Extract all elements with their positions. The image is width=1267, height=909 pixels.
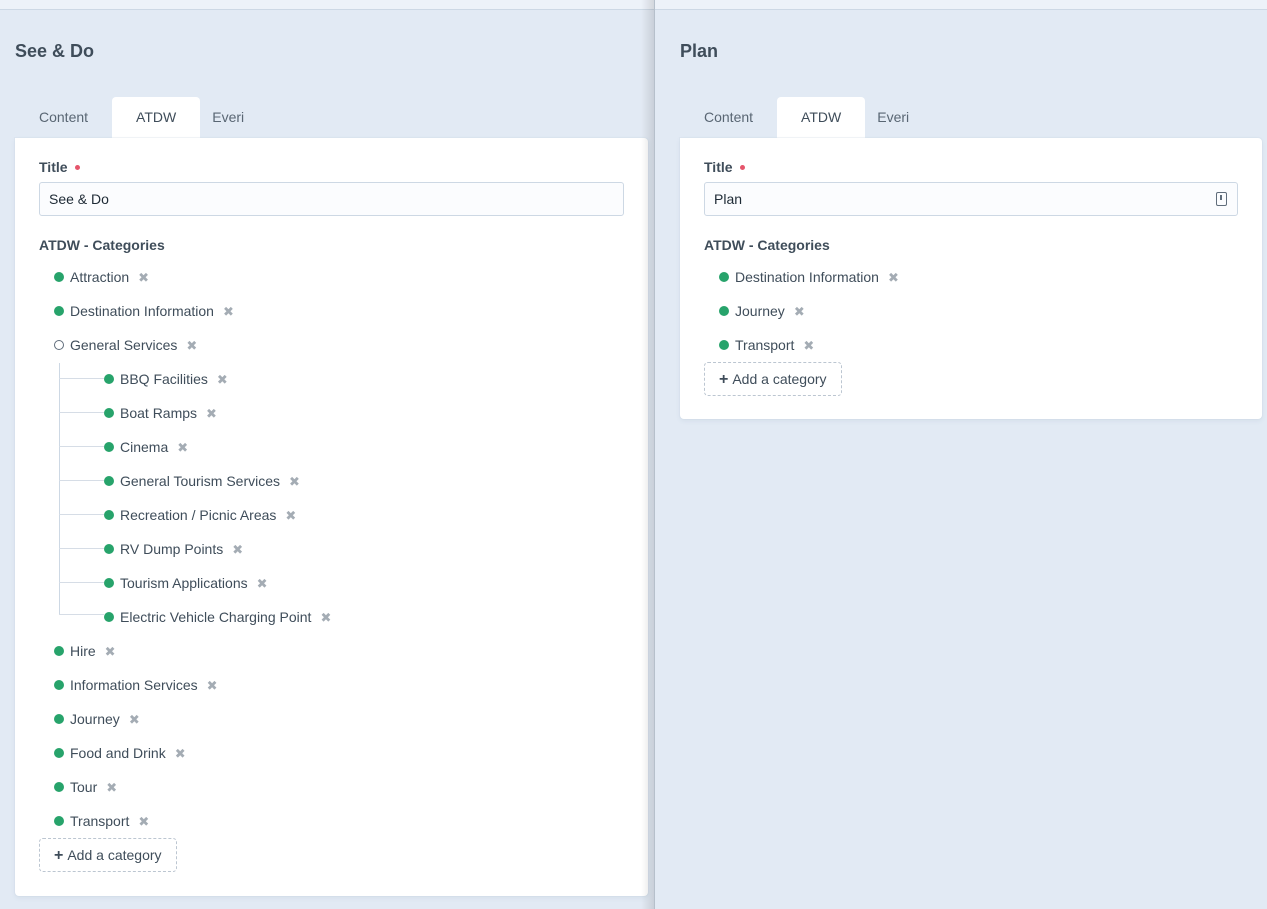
selected-dot-icon bbox=[104, 544, 114, 554]
remove-icon[interactable]: ✖ bbox=[186, 339, 197, 352]
category-item: Destination Information ✖ bbox=[719, 267, 899, 287]
categories-label: ATDW - Categories bbox=[39, 237, 165, 253]
remove-icon[interactable]: ✖ bbox=[138, 271, 149, 284]
category-item: Tourism Applications ✖ bbox=[104, 573, 268, 593]
pane-shadow bbox=[641, 0, 655, 909]
edit-card: Title See & Do ATDW - Categories Attract… bbox=[15, 138, 648, 896]
category-item: Attraction ✖ bbox=[54, 267, 149, 287]
selected-dot-icon bbox=[104, 442, 114, 452]
title-input[interactable]: See & Do bbox=[39, 182, 624, 216]
selected-dot-icon bbox=[104, 578, 114, 588]
plus-icon: + bbox=[719, 371, 729, 388]
title-field-label: Title bbox=[39, 159, 80, 175]
category-item: Hire ✖ bbox=[54, 641, 116, 661]
category-item: General Tourism Services ✖ bbox=[104, 471, 300, 491]
selected-dot-icon bbox=[104, 408, 114, 418]
selected-dot-icon bbox=[54, 714, 64, 724]
selected-dot-icon bbox=[104, 612, 114, 622]
category-item: BBQ Facilities ✖ bbox=[104, 369, 228, 389]
category-item: Information Services ✖ bbox=[54, 675, 218, 695]
tree-branch bbox=[59, 514, 104, 515]
tab-atdw[interactable]: ATDW bbox=[777, 97, 866, 138]
remove-icon[interactable]: ✖ bbox=[217, 373, 228, 386]
remove-icon[interactable]: ✖ bbox=[320, 611, 331, 624]
remove-icon[interactable]: ✖ bbox=[177, 441, 188, 454]
required-indicator bbox=[74, 164, 80, 170]
selected-dot-icon bbox=[54, 680, 64, 690]
remove-icon[interactable]: ✖ bbox=[257, 577, 268, 590]
remove-icon[interactable]: ✖ bbox=[285, 509, 296, 522]
selected-dot-icon bbox=[719, 306, 729, 316]
plus-icon: + bbox=[54, 847, 64, 864]
tree-branch bbox=[59, 412, 104, 413]
selected-dot-icon bbox=[54, 306, 64, 316]
categories-label: ATDW - Categories bbox=[704, 237, 830, 253]
left-pane: See & Do Content ATDW Everi Title See & … bbox=[0, 0, 655, 909]
add-category-button[interactable]: + Add a category bbox=[704, 362, 842, 396]
tab-atdw[interactable]: ATDW bbox=[112, 97, 201, 138]
tree-branch bbox=[59, 446, 104, 447]
selected-dot-icon bbox=[54, 782, 64, 792]
page-title: Plan bbox=[680, 41, 719, 61]
remove-icon[interactable]: ✖ bbox=[223, 305, 234, 318]
selected-dot-icon bbox=[719, 340, 729, 350]
remove-icon[interactable]: ✖ bbox=[106, 781, 117, 794]
remove-icon[interactable]: ✖ bbox=[129, 713, 140, 726]
remove-icon[interactable]: ✖ bbox=[105, 645, 116, 658]
remove-icon[interactable]: ✖ bbox=[289, 475, 300, 488]
category-item: Recreation / Picnic Areas ✖ bbox=[104, 505, 296, 525]
right-pane: Plan Content ATDW Everi Title Plan ATDW … bbox=[655, 0, 1267, 909]
selected-dot-icon bbox=[104, 374, 114, 384]
selected-dot-icon bbox=[54, 816, 64, 826]
remove-icon[interactable]: ✖ bbox=[207, 679, 218, 692]
category-item: Food and Drink ✖ bbox=[54, 743, 186, 763]
selected-dot-icon bbox=[54, 748, 64, 758]
remove-icon[interactable]: ✖ bbox=[138, 815, 149, 828]
title-field-label: Title bbox=[704, 159, 745, 175]
category-item: Journey ✖ bbox=[54, 709, 140, 729]
tree-branch bbox=[59, 378, 104, 379]
partial-dot-icon bbox=[54, 340, 64, 350]
category-item: Cinema ✖ bbox=[104, 437, 188, 457]
remove-icon[interactable]: ✖ bbox=[803, 339, 814, 352]
tab-everi[interactable]: Everi bbox=[200, 97, 268, 138]
category-item: Transport ✖ bbox=[54, 811, 149, 831]
remove-icon[interactable]: ✖ bbox=[175, 747, 186, 760]
tab-content[interactable]: Content bbox=[680, 97, 777, 138]
category-item: General Services ✖ bbox=[54, 335, 197, 355]
required-indicator bbox=[739, 164, 745, 170]
category-item: RV Dump Points ✖ bbox=[104, 539, 243, 559]
selected-dot-icon bbox=[104, 476, 114, 486]
tree-branch bbox=[59, 480, 104, 481]
selected-dot-icon bbox=[54, 646, 64, 656]
tab-bar: Content ATDW Everi bbox=[15, 97, 268, 138]
document-icon[interactable] bbox=[1216, 192, 1227, 206]
tab-everi[interactable]: Everi bbox=[865, 97, 933, 138]
selected-dot-icon bbox=[719, 272, 729, 282]
category-item: Journey ✖ bbox=[719, 301, 805, 321]
tree-branch bbox=[59, 548, 104, 549]
remove-icon[interactable]: ✖ bbox=[206, 407, 217, 420]
tree-branch bbox=[59, 614, 104, 615]
remove-icon[interactable]: ✖ bbox=[232, 543, 243, 556]
tab-content[interactable]: Content bbox=[15, 97, 112, 138]
remove-icon[interactable]: ✖ bbox=[888, 271, 899, 284]
add-category-button[interactable]: + Add a category bbox=[39, 838, 177, 872]
top-bar bbox=[0, 0, 655, 10]
category-item: Boat Ramps ✖ bbox=[104, 403, 217, 423]
tree-line bbox=[59, 363, 60, 614]
page-title: See & Do bbox=[15, 41, 95, 61]
category-item: Destination Information ✖ bbox=[54, 301, 234, 321]
top-bar bbox=[655, 0, 1267, 10]
edit-card: Title Plan ATDW - Categories Destination… bbox=[680, 138, 1262, 419]
category-item: Tour ✖ bbox=[54, 777, 117, 797]
selected-dot-icon bbox=[54, 272, 64, 282]
tab-bar: Content ATDW Everi bbox=[680, 97, 933, 138]
selected-dot-icon bbox=[104, 510, 114, 520]
category-item: Transport ✖ bbox=[719, 335, 814, 355]
category-item: Electric Vehicle Charging Point ✖ bbox=[104, 607, 331, 627]
remove-icon[interactable]: ✖ bbox=[794, 305, 805, 318]
tree-branch bbox=[59, 582, 104, 583]
title-input[interactable]: Plan bbox=[704, 182, 1238, 216]
